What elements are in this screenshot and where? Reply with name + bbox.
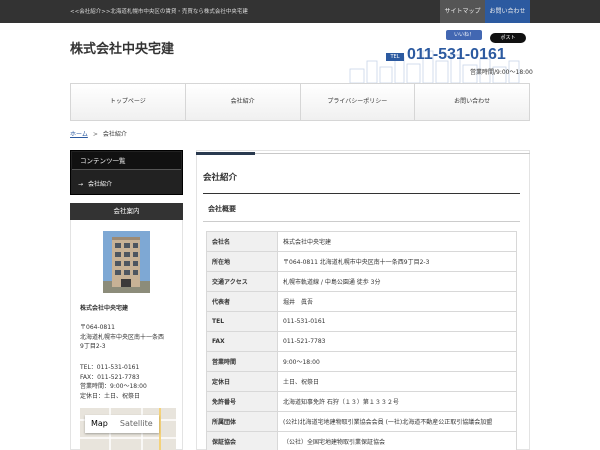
sidebar-item-company[interactable]: → 会社紹介 [78,179,112,188]
map-tab-satellite[interactable]: Satellite [114,415,159,433]
row-value: （公社）全国宅地建物取引業保証協会 [277,431,517,450]
page-title: 会社紹介 [203,173,238,183]
breadcrumb-current: 会社紹介 [102,131,127,138]
header-contact-link[interactable]: お問い合わせ [485,0,530,23]
facebook-like-button[interactable]: いいね！ [446,30,482,40]
arrow-right-icon: → [78,181,84,188]
table-row: 交通アクセス 札幌市軌道線 / 中島公園通 徒歩 3分 [206,271,517,292]
table-row: 所属団体 (公社)北海道宅地建物取引業協会会員 (一社)北海道不動産公正取引協議会… [206,411,517,432]
row-label: 営業時間 [206,351,278,372]
sidebar-holiday: 定休日：土日、祝祭日 [80,393,141,400]
sidebar-fax: FAX：011-521-7783 [80,374,140,381]
row-value: 株式会社中央宅建 [277,231,517,252]
row-value: 堀井 眞吾 [277,291,517,312]
table-row: TEL 011-531-0161 [206,311,517,332]
sitemap-link[interactable]: サイトマップ [440,0,485,23]
row-label: FAX [206,331,278,352]
row-value: 〒064-0811 北海道札幌市中央区南十一条西9丁目2-3 [277,251,517,272]
table-row: FAX 011-521-7783 [206,331,517,352]
header-phone-number: 011-531-0161 [407,46,506,63]
x-post-button[interactable]: ポスト [490,33,526,43]
sidebar-hours: 営業時間：9:00～18:00 [80,383,147,390]
row-label: 免許番号 [206,391,278,412]
global-nav: トップページ 会社紹介 プライバシーポリシー お問い合わせ [70,83,530,121]
site-title[interactable]: 株式会社中央宅建 [70,38,174,57]
table-row: 代表者 堀井 眞吾 [206,291,517,312]
row-label: 保証協会 [206,431,278,450]
table-row: 会社名 株式会社中央宅建 [206,231,517,252]
table-row: 定休日 土日、祝祭日 [206,371,517,392]
main-top-accent [196,152,255,155]
row-label: 会社名 [206,231,278,252]
row-value: 土日、祝祭日 [277,371,517,392]
tel-badge: TEL [386,53,404,61]
nav-privacy-policy[interactable]: プライバシーポリシー [301,84,416,120]
row-label: 所属団体 [206,411,278,432]
row-label: 交通アクセス [206,271,278,292]
table-row: 営業時間 9:00～18:00 [206,351,517,372]
table-row: 保証協会 （公社）全国宅地建物取引業保証協会 [206,431,517,450]
title-divider [203,193,520,194]
nav-contact[interactable]: お問い合わせ [415,84,529,120]
sidebar-contents-heading: コンテンツ一覧 [72,152,181,170]
row-value: 北海道知事免許 石狩（１３）第１３３２号 [277,391,517,412]
table-row: 所在地 〒064-0811 北海道札幌市中央区南十一条西9丁目2-3 [206,251,517,272]
sidebar-tel: TEL：011-531-0161 [80,364,140,371]
row-value: 札幌市軌道線 / 中島公園通 徒歩 3分 [277,271,517,292]
breadcrumb: ホーム > 会社紹介 [70,129,127,138]
section-title: 会社概要 [208,205,236,213]
row-value: (公社)北海道宅地建物取引業協会会員 (一社)北海道不動産公正取引協議会加盟 [277,411,517,432]
row-label: TEL [206,311,278,332]
row-value: 011-531-0161 [277,311,517,332]
sidebar-postal: 〒064-0811 [80,324,115,331]
row-value: 9:00～18:00 [277,351,517,372]
company-info-table: 会社名 株式会社中央宅建 所在地 〒064-0811 北海道札幌市中央区南十一条西9丁… [206,231,517,450]
map-tab-map[interactable]: Map [85,415,114,433]
google-map[interactable]: Map Satellite [80,408,176,450]
row-value: 011-521-7783 [277,331,517,352]
sidebar-company-name: 株式会社中央宅建 [80,305,129,312]
sidebar-address-line2: 9丁目2-3 [80,343,106,350]
top-bar: <<会社紹介>>北海道札幌市中央区の賃貸・売買なら株式会社中央宅建 サイトマップ… [0,0,600,23]
row-label: 代表者 [206,291,278,312]
business-hours: 営業時間/9:00～18:00 [470,69,533,76]
building-photo [103,231,150,293]
sidebar-item-label: 会社紹介 [88,181,113,188]
site-tagline: <<会社紹介>>北海道札幌市中央区の賃貸・売買なら株式会社中央宅建 [70,9,248,15]
row-label: 定休日 [206,371,278,392]
row-label: 所在地 [206,251,278,272]
nav-company[interactable]: 会社紹介 [186,84,301,120]
main-top-divider [255,153,530,154]
site-header: 株式会社中央宅建 いいね！ ポスト TEL 011-531-0161 営業時間/… [0,23,600,83]
breadcrumb-separator: > [92,131,98,138]
nav-top-page[interactable]: トップページ [71,84,186,120]
map-type-tabs: Map Satellite [85,415,159,433]
sidebar-company-heading: 会社案内 [70,203,183,220]
breadcrumb-home-link[interactable]: ホーム [70,131,88,138]
section-divider [203,221,520,222]
table-row: 免許番号 北海道知事免許 石狩（１３）第１３３２号 [206,391,517,412]
sidebar-address-line1: 北海道札幌市中央区南十一条西 [80,334,165,341]
